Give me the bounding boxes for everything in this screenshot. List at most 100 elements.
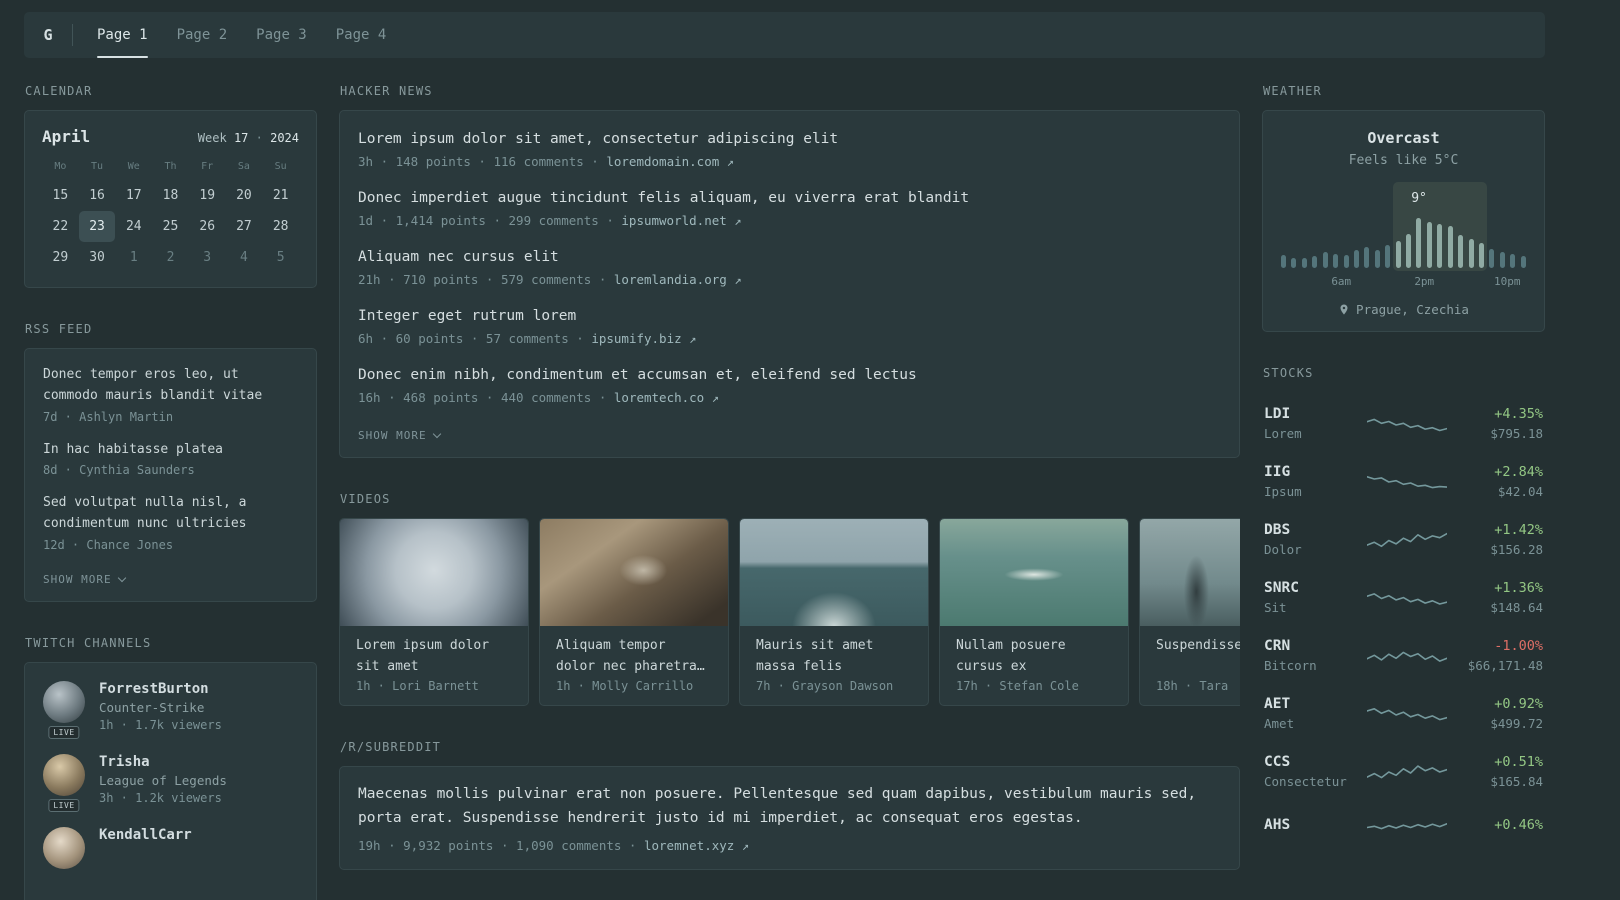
videos-widget: VIDEOS Lorem ipsum dolor sit amet consec… (339, 492, 1240, 707)
rss-item-meta: 7d · Ashlyn Martin (43, 409, 174, 424)
channel-avatar (43, 680, 85, 723)
stock-sparkline (1366, 651, 1447, 662)
stock-row[interactable]: CRN Bitcorn -1.00% $66,171.48 (1264, 626, 1543, 684)
nav-divider (72, 24, 73, 46)
stock-symbol: IIG (1264, 464, 1291, 480)
channel-meta: 3h · 1.2k viewers (99, 790, 222, 805)
weather-chart: 9° (1279, 182, 1528, 271)
live-badge: LIVE (48, 725, 80, 739)
stock-id: CRN Bitcorn (1264, 638, 1358, 673)
rss-item: In hac habitasse platea 8d · Cynthia Sau… (43, 440, 298, 478)
hackernews-section-title: HACKER NEWS (340, 84, 433, 98)
weather-condition: Overcast (1367, 129, 1440, 147)
rss-item: Donec tempor eros leo, ut commodo mauris… (43, 365, 298, 424)
stock-sparkline (1366, 764, 1447, 778)
rss-item-title[interactable]: In hac habitasse platea (43, 440, 298, 461)
stock-row[interactable]: AHS +0.46% (1264, 800, 1543, 853)
stock-row[interactable]: LDI Lorem +4.35% $795.18 (1264, 394, 1543, 452)
hn-item-meta: 1d · 1,414 points · 299 comments · ipsum… (358, 213, 1221, 228)
stock-symbol: AHS (1264, 817, 1291, 833)
video-card[interactable]: Nullam posuere cursus ex 17h · Stefan Co… (939, 518, 1129, 707)
hn-show-more-button[interactable]: SHOW MORE (358, 429, 441, 442)
video-card[interactable]: Lorem ipsum dolor sit amet consectetu… 1… (339, 518, 529, 707)
hn-item-title[interactable]: Donec imperdiet augue tincidunt felis al… (358, 188, 1221, 209)
rss-item-title[interactable]: Donec tempor eros leo, ut commodo mauris… (43, 365, 298, 407)
subreddit-domain-link[interactable]: loremnet.xyz ↗ (644, 838, 749, 853)
twitch-channel[interactable]: KendallCarr (43, 826, 298, 869)
weather-bar (1458, 235, 1464, 268)
stock-row[interactable]: IIG Ipsum +2.84% $42.04 (1264, 452, 1543, 510)
twitch-channel[interactable]: LIVE Trisha League of Legends 3h · 1.2k … (43, 753, 298, 812)
hn-item-title[interactable]: Integer eget rutrum lorem (358, 306, 1221, 327)
hn-item: Lorem ipsum dolor sit amet, consectetur … (358, 129, 1221, 169)
hn-item-stats: 3h · 148 points · 116 comments · (358, 154, 599, 170)
video-thumbnail[interactable] (540, 519, 728, 627)
hn-item: Aliquam nec cursus elit 21h · 710 points… (358, 247, 1221, 287)
tab-page-1[interactable]: Page 1 (97, 12, 148, 58)
columns: CALENDAR April Week 17 · 2024 Mo Tu We T… (24, 84, 1545, 900)
hn-item-domain-link[interactable]: loremtech.co ↗ (614, 390, 719, 405)
video-title[interactable]: Aliquam tempor dolor nec pharetra… (556, 636, 712, 678)
hn-item-domain-link[interactable]: loremlandia.org ↗ (614, 272, 742, 287)
stock-sparkline (1366, 823, 1447, 830)
hn-item-title[interactable]: Aliquam nec cursus elit (358, 247, 1221, 268)
stock-price: $499.72 (1490, 716, 1543, 731)
channel-name[interactable]: ForrestBurton (99, 681, 222, 697)
tab-page-3[interactable]: Page 3 (256, 12, 307, 58)
calendar-month: April (42, 127, 91, 146)
channel-name[interactable]: Trisha (99, 754, 227, 770)
video-meta: 18h · Tara (1156, 679, 1229, 694)
video-card[interactable]: Mauris sit amet massa felis 7h · Grayson… (739, 518, 929, 707)
rss-item: Sed volutpat nulla nisl, a condimentum n… (43, 493, 298, 552)
hn-item-domain-link[interactable]: ipsumworld.net ↗ (621, 213, 741, 228)
video-thumbnail[interactable] (940, 519, 1128, 627)
video-title[interactable]: Suspendisse diam (1156, 636, 1240, 657)
hn-item-domain-link[interactable]: ipsumify.biz ↗ (591, 331, 696, 346)
stock-change: +1.42% (1494, 522, 1543, 538)
hn-item-domain: ipsumify.biz (591, 331, 682, 347)
weather-bar (1468, 239, 1474, 268)
stock-row[interactable]: CCS Consectetur +0.51% $165.84 (1264, 742, 1543, 800)
video-thumbnail[interactable] (740, 519, 928, 627)
rss-show-more-button[interactable]: SHOW MORE (43, 573, 126, 586)
hn-item-title[interactable]: Lorem ipsum dolor sit amet, consectetur … (358, 129, 1221, 150)
channel-game: League of Legends (99, 772, 227, 788)
middle-column: HACKER NEWS Lorem ipsum dolor sit amet, … (339, 84, 1240, 900)
stock-spark-wrap (1366, 467, 1447, 497)
channel-name[interactable]: KendallCarr (99, 827, 192, 843)
rss-item-meta: 12d · Chance Jones (43, 537, 174, 552)
video-card[interactable]: Suspendisse diam 18h · Tara (1139, 518, 1240, 707)
stock-symbol: AET (1264, 696, 1291, 712)
stock-name: Sit (1264, 600, 1287, 615)
subreddit-section-title: /R/SUBREDDIT (340, 740, 442, 755)
hn-item-domain: loremlandia.org (613, 272, 727, 288)
twitch-channel[interactable]: LIVE ForrestBurton Counter-Strike 1h · 1… (43, 680, 298, 739)
stock-symbol: CRN (1264, 638, 1291, 654)
calendar-day-today: 23 (78, 211, 116, 242)
calendar-day: 27 (236, 219, 252, 234)
video-title[interactable]: Nullam posuere cursus ex (956, 636, 1112, 678)
stock-values: -1.00% $66,171.48 (1455, 638, 1543, 673)
tab-page-2[interactable]: Page 2 (177, 12, 228, 58)
video-thumbnail[interactable] (340, 519, 528, 627)
stock-row[interactable]: AET Amet +0.92% $499.72 (1264, 684, 1543, 742)
channel-avatar-wrap: LIVE (43, 753, 85, 812)
video-card[interactable]: Aliquam tempor dolor nec pharetra… 1h · … (539, 518, 729, 707)
video-thumbnail[interactable] (1140, 519, 1240, 627)
video-title[interactable]: Lorem ipsum dolor sit amet consectetu… (356, 636, 512, 678)
hn-item-domain-link[interactable]: loremdomain.com ↗ (606, 154, 734, 169)
subreddit-post-title[interactable]: Maecenas mollis pulvinar erat non posuer… (358, 783, 1221, 831)
stock-row[interactable]: SNRC Sit +1.36% $148.64 (1264, 568, 1543, 626)
hn-item-title[interactable]: Donec enim nibh, condimentum et accumsan… (358, 365, 1221, 386)
calendar-day-next-month: 4 (240, 250, 248, 265)
video-title[interactable]: Mauris sit amet massa felis (756, 636, 912, 678)
stock-symbol: DBS (1264, 522, 1291, 538)
channel-avatar-wrap (43, 826, 85, 869)
weather-bar (1416, 218, 1422, 268)
stock-row[interactable]: DBS Dolor +1.42% $156.28 (1264, 510, 1543, 568)
calendar-day-header: Fr (201, 161, 214, 172)
tab-page-4[interactable]: Page 4 (336, 12, 387, 58)
weather-bar (1385, 245, 1391, 268)
app-logo[interactable]: G (24, 26, 72, 44)
rss-item-title[interactable]: Sed volutpat nulla nisl, a condimentum n… (43, 493, 298, 535)
